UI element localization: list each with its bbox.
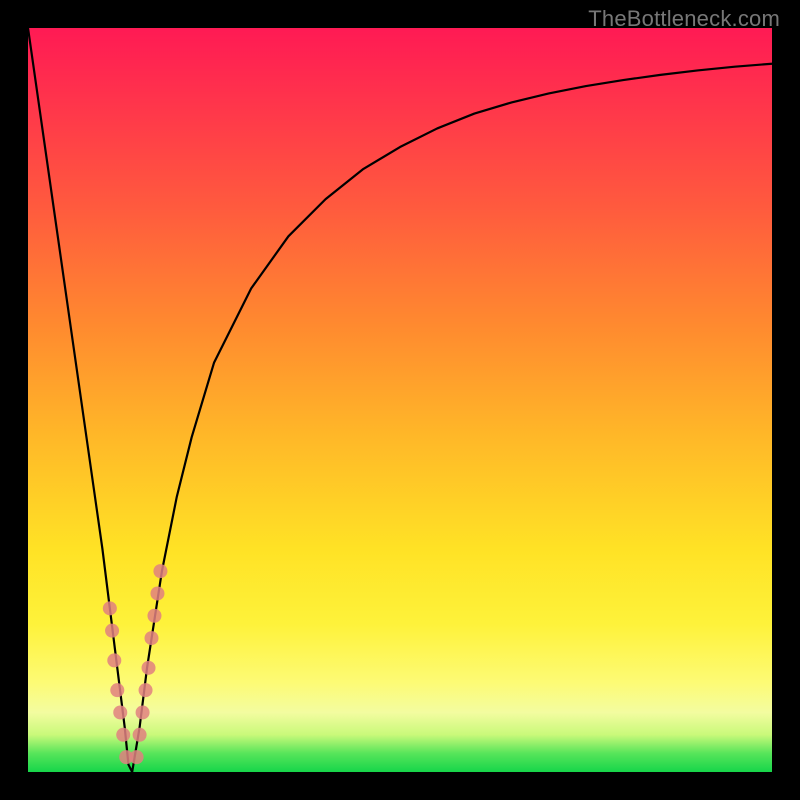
chart-frame: TheBottleneck.com (0, 0, 800, 800)
marker-point (105, 624, 119, 638)
bottleneck-curve (28, 28, 772, 772)
marker-point (142, 661, 156, 675)
marker-point (113, 705, 127, 719)
plot-area (28, 28, 772, 772)
bottleneck-curve-path (28, 28, 772, 772)
marker-point (139, 683, 153, 697)
marker-point (103, 601, 117, 615)
marker-point (133, 728, 147, 742)
marker-points (103, 564, 168, 764)
marker-point (150, 586, 164, 600)
marker-point (130, 750, 144, 764)
marker-point (116, 728, 130, 742)
marker-point (110, 683, 124, 697)
marker-point (145, 631, 159, 645)
curve-layer (28, 28, 772, 772)
marker-point (107, 653, 121, 667)
marker-point (147, 609, 161, 623)
marker-point (136, 705, 150, 719)
marker-point (153, 564, 167, 578)
